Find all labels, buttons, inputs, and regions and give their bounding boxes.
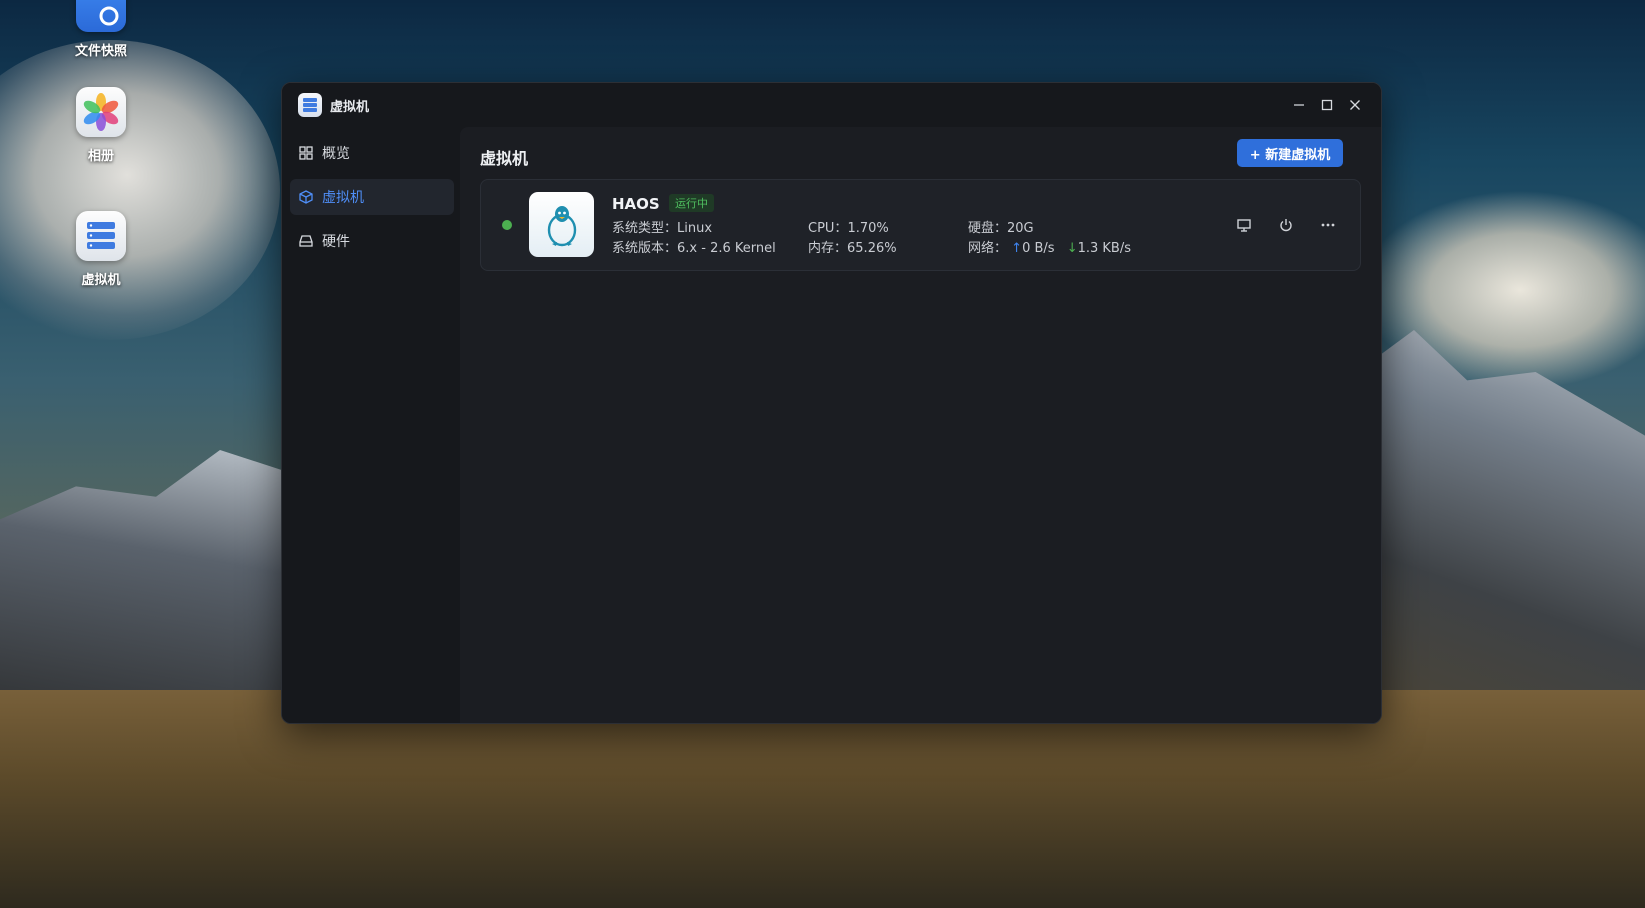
virtual-machine-icon [76, 211, 126, 261]
memory-label: 内存： [808, 241, 848, 256]
grid-icon [298, 145, 314, 161]
desktop-icon-file-snapshot[interactable]: 文件快照 [51, 0, 151, 59]
cube-icon [298, 189, 314, 205]
download-arrow-icon: ↓ [1066, 241, 1078, 256]
sidebar: 概览 虚拟机 硬件 [282, 127, 460, 723]
desktop-icon-label: 虚拟机 [81, 273, 121, 288]
sidebar-item-overview[interactable]: 概览 [290, 135, 454, 171]
hard-drive-icon [298, 233, 314, 249]
desktop: 文件快照 相册 虚拟机 虚拟机 概览 虚拟机 硬件 虚拟机 + 新建虚拟机 HA… [0, 0, 1645, 908]
sidebar-item-label: 虚拟机 [322, 190, 364, 206]
power-button[interactable] [1274, 213, 1298, 237]
status-badge: 运行中 [669, 194, 714, 212]
new-vm-button[interactable]: + 新建虚拟机 [1237, 139, 1343, 167]
network-row: 网络： ↑0 B/s ↓1.3 KB/s [968, 237, 1131, 256]
memory-row: 内存：65.26% [808, 237, 897, 256]
memory-value: 65.26% [847, 241, 897, 256]
more-horizontal-icon [1321, 223, 1335, 227]
vm-card[interactable]: HAOS 运行中 系统类型：Linux 系统版本：6.x - 2.6 Kerne… [480, 179, 1361, 271]
main-content: 虚拟机 + 新建虚拟机 HAOS 运行中 系统类型：Linux 系统版本：6.x… [460, 127, 1381, 723]
linux-penguin-icon [529, 192, 594, 257]
desktop-icon-photos[interactable]: 相册 [51, 87, 151, 164]
wallpaper-cloud [0, 40, 280, 340]
desktop-icon-label: 文件快照 [74, 44, 127, 59]
sidebar-item-label: 硬件 [322, 234, 350, 250]
disk-label: 硬盘： [968, 221, 1008, 236]
minimize-icon [1294, 104, 1304, 106]
upload-arrow-icon: ↑ [1011, 241, 1023, 256]
desktop-icon-virtual-machine[interactable]: 虚拟机 [51, 211, 151, 288]
os-version-value: 6.x - 2.6 Kernel [677, 241, 776, 256]
cpu-label: CPU： [808, 221, 848, 236]
monitor-icon [1237, 219, 1251, 232]
network-down-value: 1.3 KB/s [1077, 241, 1131, 256]
disk-value: 20G [1007, 221, 1034, 236]
console-button[interactable] [1232, 213, 1256, 237]
maximize-icon [1321, 99, 1333, 111]
os-type-value: Linux [677, 221, 713, 236]
file-snapshot-icon [76, 0, 126, 32]
sidebar-item-label: 概览 [322, 146, 350, 162]
wallpaper-mountain [0, 450, 300, 710]
sidebar-item-virtual-machine[interactable]: 虚拟机 [290, 179, 454, 215]
network-up-value: 0 B/s [1022, 241, 1055, 256]
more-button[interactable] [1316, 213, 1340, 237]
virtual-machine-icon [298, 93, 322, 117]
power-icon [1280, 219, 1292, 232]
vm-app-window: 虚拟机 概览 虚拟机 硬件 虚拟机 + 新建虚拟机 HAOS 运行中 系统类型：… [281, 82, 1382, 724]
os-type-row: 系统类型：Linux [612, 217, 712, 236]
window-titlebar[interactable]: 虚拟机 [282, 83, 1381, 127]
photos-icon [76, 87, 126, 137]
network-label: 网络： [968, 241, 1008, 256]
os-type-label: 系统类型： [612, 221, 678, 236]
vm-name: HAOS [612, 195, 660, 213]
os-version-row: 系统版本：6.x - 2.6 Kernel [612, 237, 776, 256]
sidebar-item-hardware[interactable]: 硬件 [290, 223, 454, 259]
cpu-row: CPU：1.70% [808, 217, 889, 236]
page-title: 虚拟机 [480, 149, 529, 168]
desktop-icon-label: 相册 [87, 149, 114, 164]
os-version-label: 系统版本： [612, 241, 678, 256]
close-icon [1350, 100, 1360, 110]
cpu-value: 1.70% [847, 221, 889, 236]
close-button[interactable] [1338, 91, 1372, 119]
disk-row: 硬盘：20G [968, 217, 1034, 236]
window-title: 虚拟机 [330, 100, 370, 115]
running-status-dot [502, 220, 512, 230]
